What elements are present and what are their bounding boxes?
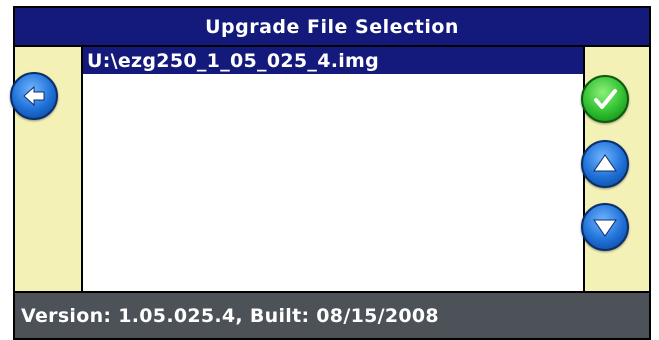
status-bar: Version: 1.05.025.4, Built: 08/15/2008	[15, 293, 649, 338]
page-title: Upgrade File Selection	[205, 15, 459, 38]
scroll-down-button[interactable]	[581, 203, 629, 251]
arrow-left-icon	[20, 82, 48, 110]
title-bar: Upgrade File Selection	[15, 8, 649, 45]
scroll-up-button[interactable]	[581, 140, 629, 188]
back-button[interactable]	[10, 72, 58, 120]
arrow-up-icon	[591, 150, 619, 178]
checkmark-icon	[590, 84, 620, 114]
file-list[interactable]: U:\ezg250_1_05_025_4.img	[83, 47, 583, 291]
list-item[interactable]: U:\ezg250_1_05_025_4.img	[83, 47, 583, 74]
file-name: U:\ezg250_1_05_025_4.img	[87, 49, 380, 72]
device-screen: Upgrade File Selection U:\ezg250_1_05_02…	[13, 6, 651, 340]
confirm-button[interactable]	[581, 75, 629, 123]
arrow-down-icon	[591, 213, 619, 241]
version-text: Version: 1.05.025.4, Built: 08/15/2008	[21, 304, 439, 327]
